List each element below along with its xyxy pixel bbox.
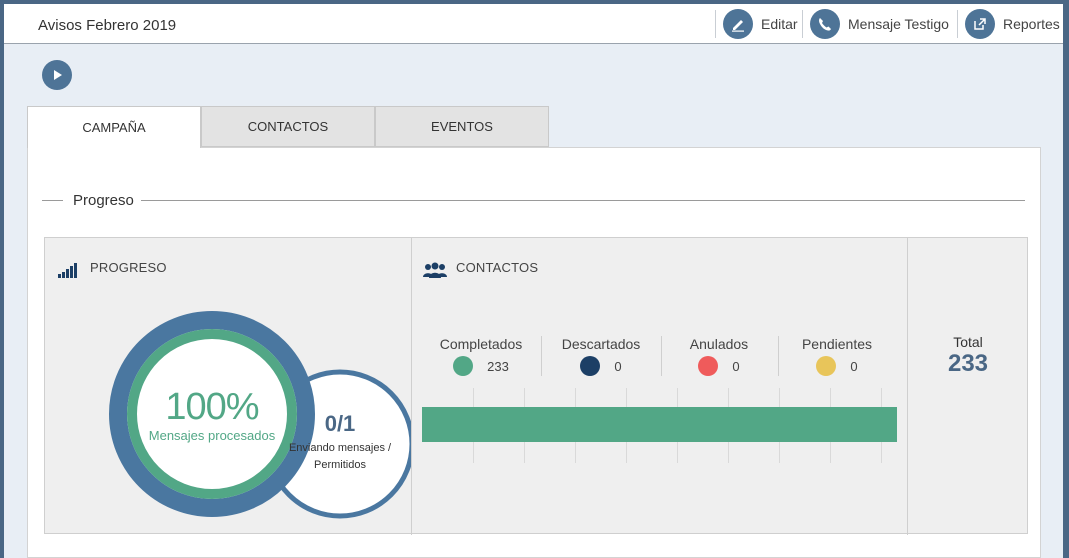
external-link-icon bbox=[965, 9, 995, 39]
top-bar: Avisos Febrero 2019 Editar Mensaje Testi… bbox=[4, 4, 1063, 44]
play-icon bbox=[54, 70, 62, 80]
header-separator bbox=[715, 10, 716, 38]
fieldset-line bbox=[141, 200, 1025, 201]
legend-pending-value: 0 bbox=[850, 358, 858, 374]
page-title: Avisos Febrero 2019 bbox=[38, 17, 177, 34]
legend-completed-label: Completados bbox=[439, 336, 523, 352]
tab-events[interactable]: EVENTOS bbox=[375, 106, 549, 147]
legend-completed-value: 233 bbox=[487, 358, 509, 374]
campaign-panel: Progreso PROGRESO 100% Mensajes procesad… bbox=[27, 147, 1041, 558]
tab-campaign-label: CAMPAÑA bbox=[82, 120, 146, 135]
legend-cancelled: Anulados 0 bbox=[659, 336, 779, 376]
reports-button-label: Reportes bbox=[1003, 16, 1060, 32]
legend-completed: Completados 233 bbox=[421, 336, 541, 376]
legend-discarded-label: Descartados bbox=[561, 336, 641, 352]
cancelled-dot bbox=[698, 356, 719, 376]
contacts-section: CONTACTOS Completados 233 Descartados 0 … bbox=[412, 238, 907, 535]
completed-bar bbox=[422, 407, 897, 442]
edit-button-label: Editar bbox=[761, 16, 798, 32]
test-message-button-label: Mensaje Testigo bbox=[848, 16, 949, 32]
fieldset-line bbox=[42, 200, 63, 201]
play-button[interactable] bbox=[42, 60, 72, 90]
users-icon bbox=[422, 262, 448, 283]
app-window: Avisos Febrero 2019 Editar Mensaje Testi… bbox=[4, 4, 1063, 558]
legend-discarded: Descartados 0 bbox=[541, 336, 661, 376]
phone-icon bbox=[810, 9, 840, 39]
edit-button[interactable]: Editar bbox=[723, 4, 798, 44]
pending-dot bbox=[816, 356, 837, 376]
legend-pending-label: Pendientes bbox=[801, 336, 873, 352]
header-separator bbox=[957, 10, 958, 38]
reports-button[interactable]: Reportes bbox=[965, 4, 1060, 44]
sending-label-line2: Permitidos bbox=[314, 459, 366, 471]
tab-campaign[interactable]: CAMPAÑA bbox=[27, 106, 201, 148]
discarded-dot bbox=[580, 356, 601, 376]
contacts-title: CONTACTOS bbox=[456, 260, 539, 275]
tab-contacts[interactable]: CONTACTOS bbox=[201, 106, 375, 147]
section-legend: Progreso bbox=[73, 192, 134, 209]
tab-contacts-label: CONTACTOS bbox=[247, 119, 329, 134]
sending-label-line1: Enviando mensajes / bbox=[288, 442, 392, 454]
sending-value: 0/1 bbox=[324, 411, 356, 436]
test-message-button[interactable]: Mensaje Testigo bbox=[810, 4, 949, 44]
stats-box: PROGRESO 100% Mensajes procesados 0/1 En… bbox=[44, 237, 1028, 535]
header-separator bbox=[802, 10, 803, 38]
section-separator bbox=[907, 238, 908, 535]
tab-events-label: EVENTOS bbox=[431, 119, 493, 134]
legend-cancelled-value: 0 bbox=[732, 358, 740, 374]
legend-cancelled-label: Anulados bbox=[689, 336, 749, 352]
completed-dot bbox=[453, 356, 474, 376]
total-label: Total bbox=[953, 334, 983, 350]
legend-discarded-value: 0 bbox=[614, 358, 622, 374]
total-value: 233 bbox=[947, 350, 989, 377]
pencil-icon bbox=[723, 9, 753, 39]
legend-pending: Pendientes 0 bbox=[777, 336, 897, 376]
